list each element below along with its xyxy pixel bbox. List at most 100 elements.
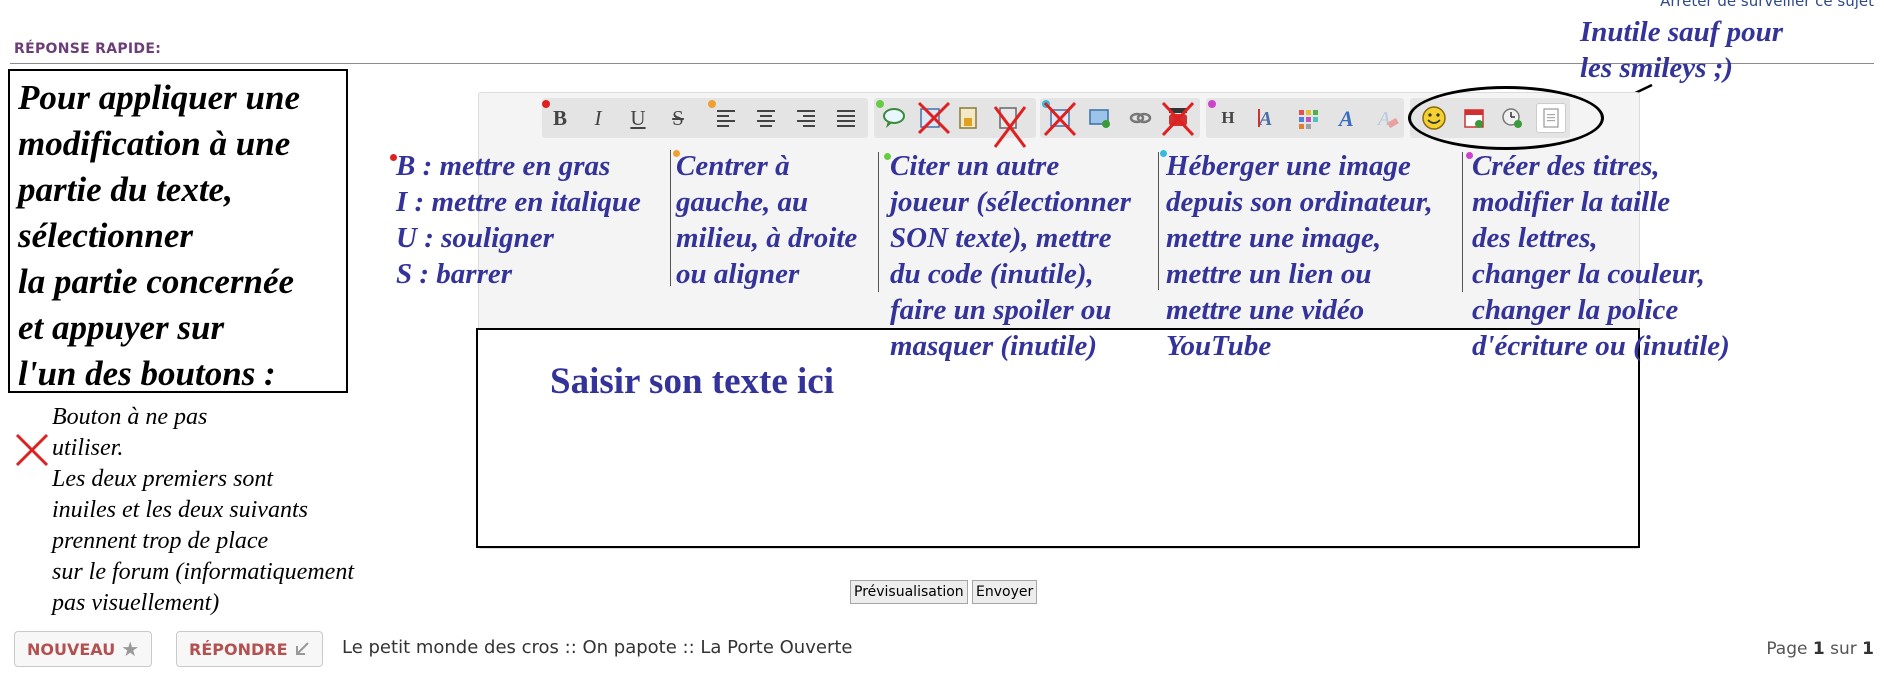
highlight-oval — [1408, 86, 1604, 150]
red-cross-icon — [1161, 101, 1195, 137]
textarea-hint: Saisir son texte ici — [550, 361, 834, 402]
description-line: YouTube — [1166, 330, 1272, 362]
pagination-total: 1 — [1862, 639, 1874, 659]
insert-link-button[interactable] — [1126, 104, 1154, 132]
red-cross-icon — [1043, 101, 1077, 137]
justify-button[interactable] — [832, 104, 860, 132]
instruction-line: partie du texte, — [18, 170, 233, 209]
instruction-box: Pour appliquer une modification à une pa… — [8, 69, 348, 393]
description-line: depuis son ordinateur, — [1166, 186, 1433, 218]
italic-button[interactable]: I — [584, 104, 612, 132]
breadcrumb[interactable]: Le petit monde des cros :: On papote :: … — [342, 637, 852, 658]
description-line: faire un spoiler ou — [890, 294, 1112, 326]
description-line: du code (inutile), — [890, 258, 1094, 290]
description-line: changer la couleur, — [1472, 258, 1705, 290]
font-family-button[interactable]: A — [1334, 104, 1362, 132]
description-line: gauche, au — [676, 186, 809, 218]
separator — [1462, 152, 1463, 292]
separator — [1158, 152, 1159, 290]
reply-arrow-icon — [295, 642, 309, 655]
spoiler-icon — [959, 107, 977, 129]
pagination-prefix: Page — [1766, 639, 1808, 659]
svg-text:A: A — [1376, 108, 1391, 130]
cross-legend-line: utiliser. — [52, 435, 124, 461]
font-size-icon: A — [1257, 108, 1272, 130]
titles-description: Créer des titres, modifier la taille des… — [1472, 148, 1730, 364]
clear-format-button[interactable]: A — [1374, 104, 1402, 132]
description-line: Centrer à — [676, 150, 790, 182]
pagination-sep: sur — [1830, 639, 1857, 659]
quick-reply-title: RÉPONSE RAPIDE: — [14, 41, 162, 57]
description-line: modifier la taille — [1472, 186, 1671, 218]
description-line: B : mettre en gras — [396, 150, 611, 182]
strike-button[interactable]: S — [664, 104, 692, 132]
description-line: mettre un lien ou — [1166, 258, 1372, 290]
format-description: B : mettre en gras I : mettre en italiqu… — [396, 148, 641, 292]
media-description: Héberger une image depuis son ordinateur… — [1166, 148, 1433, 364]
font-family-icon: A — [1337, 106, 1354, 130]
instruction-line: Pour appliquer une — [18, 78, 300, 117]
instruction-line: l'un des boutons : — [18, 354, 276, 393]
speech-bubble-icon — [883, 108, 905, 128]
description-line: I : mettre en italique — [396, 186, 641, 218]
font-size-button[interactable]: A — [1254, 104, 1282, 132]
red-cross-icon — [993, 106, 1027, 148]
header-button[interactable]: H — [1214, 104, 1242, 132]
smileys-note-line: Inutile sauf pour — [1580, 16, 1784, 48]
smileys-note: Inutile sauf pour les smileys ;) — [1580, 14, 1783, 86]
description-line: U : souligner — [396, 222, 554, 254]
align-left-button[interactable] — [712, 104, 740, 132]
description-line: des lettres, — [1472, 222, 1598, 254]
stop-watching-link[interactable]: Arrêter de surveiller ce sujet — [1660, 0, 1874, 10]
preview-button[interactable]: Prévisualisation — [850, 580, 968, 604]
reply-label: RÉPONDRE — [189, 639, 288, 659]
instruction-line: modification à une — [18, 124, 291, 163]
reply-button[interactable]: RÉPONDRE — [176, 631, 323, 667]
align-center-button[interactable] — [752, 104, 780, 132]
separator — [878, 152, 879, 292]
description-line: ou aligner — [676, 258, 800, 290]
red-cross-icon — [15, 433, 49, 467]
color-button[interactable] — [1294, 104, 1322, 132]
underline-button[interactable]: U — [624, 104, 652, 132]
align-right-button[interactable] — [792, 104, 820, 132]
cross-legend-line: inuiles et les deux suivants — [52, 497, 308, 523]
pagination: Page 1 sur 1 — [1766, 639, 1874, 659]
instruction-line: la partie concernée — [18, 262, 295, 301]
cross-legend-line: Les deux premiers sont — [52, 466, 274, 492]
smileys-note-line: les smileys ;) — [1580, 52, 1734, 84]
description-line: Citer un autre — [890, 150, 1060, 182]
red-cross-icon — [917, 101, 951, 135]
description-line: Créer des titres, — [1472, 150, 1660, 182]
description-line: mettre une vidéo — [1166, 294, 1365, 326]
insert-image-button[interactable] — [1086, 104, 1114, 132]
description-line: SON texte), mettre — [890, 222, 1112, 254]
cross-legend: Bouton à ne pas utiliser. Les deux premi… — [52, 402, 354, 619]
new-topic-button[interactable]: NOUVEAU ★ — [14, 631, 153, 667]
eraser-icon: A — [1376, 108, 1399, 130]
cross-legend-line: pas visuellement) — [52, 590, 220, 616]
send-button[interactable]: Envoyer — [972, 580, 1038, 604]
separator — [670, 150, 671, 286]
quote-description: Citer un autre joueur (sélectionner SON … — [890, 148, 1131, 364]
cross-legend-line: prennent trop de place — [52, 528, 269, 554]
bold-button[interactable]: B — [546, 104, 574, 132]
description-line: changer la police — [1472, 294, 1679, 326]
quote-button[interactable] — [880, 104, 908, 132]
image-icon — [1089, 109, 1110, 128]
description-line: mettre une image, — [1166, 222, 1382, 254]
align-right-icon — [797, 110, 815, 127]
cross-legend-line: Bouton à ne pas — [52, 404, 208, 430]
description-line: joueur (sélectionner — [890, 186, 1131, 218]
link-icon — [1129, 112, 1152, 124]
description-line: Héberger une image — [1166, 150, 1411, 182]
svg-text:A: A — [1337, 106, 1354, 130]
description-line: masquer (inutile) — [890, 330, 1098, 362]
align-description: Centrer à gauche, au milieu, à droite ou… — [676, 148, 857, 292]
pagination-current: 1 — [1812, 639, 1825, 659]
justify-icon — [837, 110, 855, 127]
color-palette-icon — [1299, 110, 1318, 129]
align-center-icon — [757, 110, 775, 127]
description-line: S : barrer — [396, 258, 513, 290]
spoiler-button[interactable] — [954, 104, 982, 132]
